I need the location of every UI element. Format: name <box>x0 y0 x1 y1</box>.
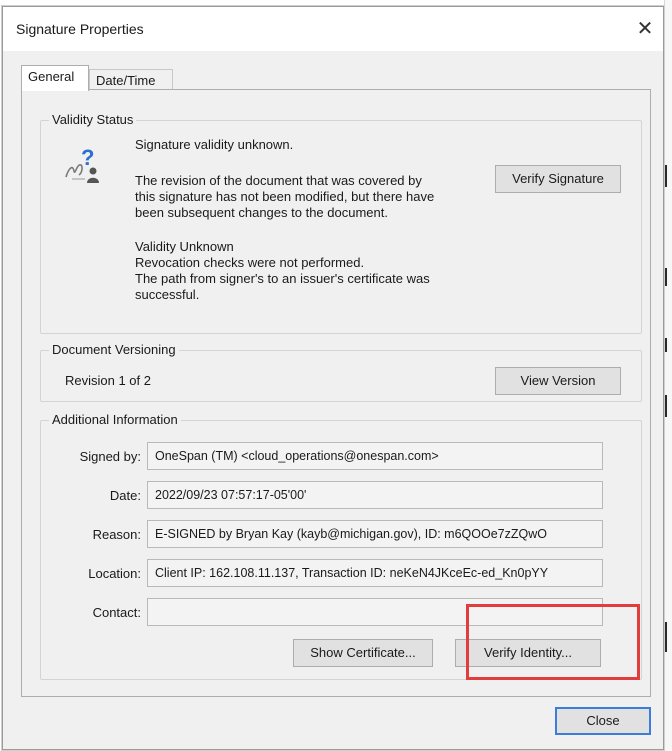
revision-note-line: been subsequent changes to the document. <box>135 205 388 220</box>
svg-text:?: ? <box>81 145 94 170</box>
contact-label: Contact: <box>92 605 141 620</box>
verify-signature-button[interactable]: Verify Signature <box>495 165 621 193</box>
revision-note-line: The revision of the document that was co… <box>135 173 422 188</box>
highlight-annotation <box>466 604 640 680</box>
title-bar: Signature Properties ✕ <box>3 7 663 51</box>
background-document-mark <box>664 395 667 417</box>
background-document-mark <box>664 165 667 187</box>
validity-detail-line: Validity Unknown <box>135 239 234 254</box>
document-versioning-heading: Document Versioning <box>49 342 179 357</box>
background-document-mark <box>664 268 667 286</box>
close-button[interactable]: Close <box>555 707 651 735</box>
reason-field[interactable]: E-SIGNED by Bryan Kay (kayb@michigan.gov… <box>147 520 603 548</box>
signed-by-field[interactable]: OneSpan (TM) <cloud_operations@onespan.c… <box>147 442 603 470</box>
validity-detail-line: successful. <box>135 287 200 302</box>
reason-label: Reason: <box>92 527 141 542</box>
background-document-mark <box>664 622 667 652</box>
validity-detail-line: Revocation checks were not performed. <box>135 255 365 270</box>
revision-note-line: this signature has not been modified, bu… <box>135 189 435 204</box>
additional-information-heading: Additional Information <box>49 412 181 427</box>
document-versioning-group: Document Versioning Revision 1 of 2 View… <box>40 342 642 402</box>
validity-status-group: Validity Status ? Signature validity unk… <box>40 112 642 334</box>
dialog-title: Signature Properties <box>16 21 144 37</box>
date-field[interactable]: 2022/09/23 07:57:17-05'00' <box>147 481 603 509</box>
signature-unknown-icon: ? <box>65 145 99 183</box>
location-label: Location: <box>88 566 141 581</box>
background-document-mark <box>664 338 667 352</box>
show-certificate-button[interactable]: Show Certificate... <box>293 639 433 667</box>
tab-general-label: General <box>28 69 75 84</box>
validity-detail-line: The path from signer's to an issuer's ce… <box>135 271 430 286</box>
close-icon[interactable]: ✕ <box>631 15 659 43</box>
validity-summary: Signature validity unknown. <box>135 137 294 152</box>
date-label: Date: <box>109 488 141 503</box>
location-field[interactable]: Client IP: 162.108.11.137, Transaction I… <box>147 559 603 587</box>
revision-text: Revision 1 of 2 <box>65 373 151 388</box>
tab-general[interactable]: General <box>21 65 89 91</box>
validity-status-heading: Validity Status <box>49 112 137 127</box>
tab-date-time-label: Date/Time <box>96 73 156 88</box>
signed-by-label: Signed by: <box>79 449 141 464</box>
view-version-button[interactable]: View Version <box>495 367 621 395</box>
